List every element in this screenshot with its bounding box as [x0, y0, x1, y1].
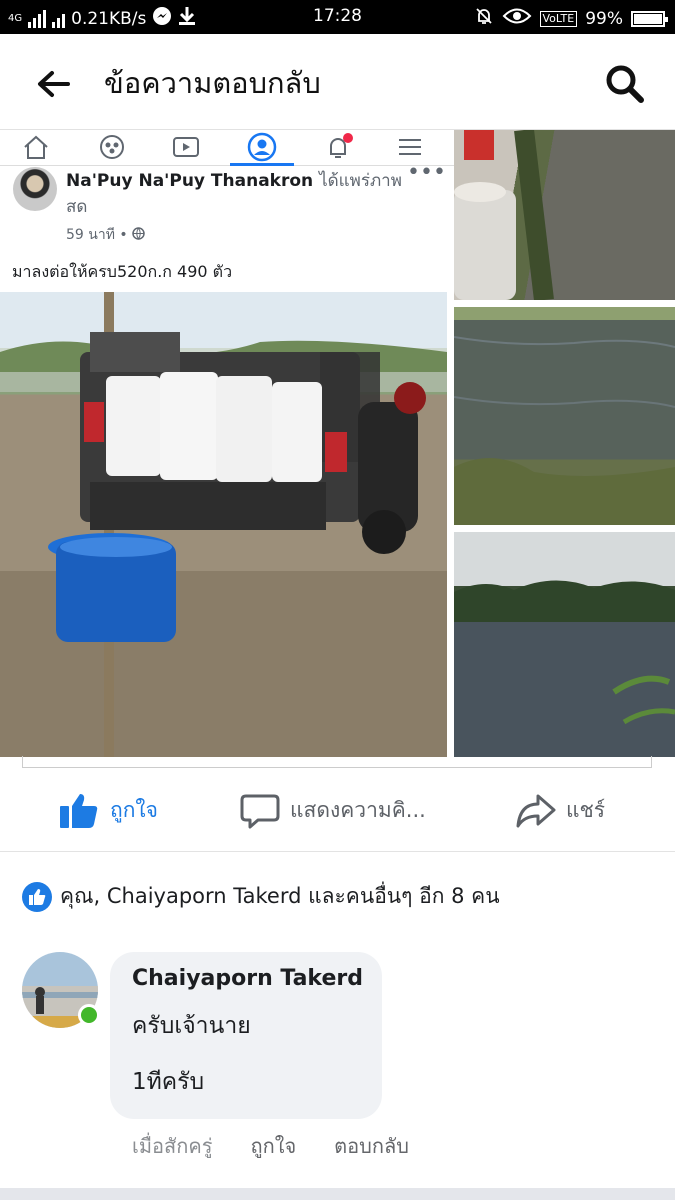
- post-author-name: Na'Puy Na'Puy Thanakron: [66, 171, 314, 191]
- photo-fish-bucket[interactable]: [454, 130, 675, 300]
- comment-reply-button[interactable]: ตอบกลับ: [334, 1130, 409, 1162]
- comment-bubble[interactable]: Chaiyaporn Takerd ครับเจ้านาย 1ทีครับ: [110, 952, 382, 1119]
- watch-icon: [166, 130, 206, 164]
- share-button[interactable]: แชร์: [516, 790, 605, 830]
- photo-pond[interactable]: [454, 307, 675, 525]
- photo-pond-wide[interactable]: [454, 532, 675, 757]
- like-button[interactable]: ถูกใจ: [58, 790, 158, 830]
- post-actions: ถูกใจ แสดงความคิ... แชร์: [0, 770, 675, 852]
- comment-time: เมื่อสักครู่: [132, 1134, 213, 1158]
- comment-text-line2: 1ทีครับ: [132, 1069, 205, 1095]
- post-timestamp: 59 นาที •: [66, 224, 145, 246]
- eye-icon: [502, 7, 532, 30]
- battery-icon: [631, 10, 668, 27]
- notifications-icon: [318, 130, 358, 164]
- menu-icon: [390, 130, 430, 164]
- comment-label: แสดงความคิ...: [290, 797, 426, 822]
- online-status-dot: [78, 1004, 100, 1026]
- comment-text-line1: ครับเจ้านาย: [132, 1013, 251, 1039]
- page-title: ข้อความตอบกลับ: [104, 66, 321, 100]
- like-label: ถูกใจ: [110, 797, 158, 822]
- post-time: 59 นาที: [66, 227, 115, 243]
- home-icon: [16, 130, 56, 164]
- screenshot-border: [22, 756, 652, 768]
- active-tab-indicator: [230, 163, 294, 166]
- post-author-avatar: [13, 167, 57, 211]
- comment-meta: เมื่อสักครู่ ถูกใจ ตอบกลับ: [132, 1130, 409, 1162]
- comment-button[interactable]: แสดงความคิ...: [240, 790, 426, 830]
- comment-author[interactable]: Chaiyaporn Takerd: [132, 966, 363, 991]
- reactions-text: คุณ, Chaiyaporn Takerd และคนอื่นๆ อีก 8 …: [60, 884, 500, 908]
- battery-percent: 99%: [585, 8, 623, 29]
- post-menu-icon: •••: [407, 160, 446, 185]
- post-author-line: Na'Puy Na'Puy Thanakron ได้แพร่ภาพสด: [66, 168, 416, 220]
- status-bar: 4G 0.21KB/s 17:28 VoLTE 99%: [0, 0, 675, 34]
- post-text: มาลงต่อให้ครบ520ก.ก 490 ตัว: [12, 262, 233, 281]
- bottom-divider: [0, 1188, 675, 1200]
- comment-like-button[interactable]: ถูกใจ: [250, 1130, 296, 1162]
- volte-badge: VoLTE: [539, 10, 578, 27]
- globe-icon: •: [119, 227, 145, 243]
- mute-icon: [474, 6, 494, 31]
- app-header: ข้อความตอบกลับ: [0, 34, 675, 130]
- reactions-summary[interactable]: คุณ, Chaiyaporn Takerd และคนอื่นๆ อีก 8 …: [22, 880, 500, 913]
- profile-icon: [242, 130, 282, 164]
- facebook-nav-bar: [0, 130, 455, 166]
- search-icon[interactable]: [603, 62, 647, 106]
- like-reaction-icon: [22, 881, 52, 912]
- share-label: แชร์: [566, 797, 606, 822]
- arrow-left-icon[interactable]: [34, 64, 74, 104]
- friends-icon: [92, 130, 132, 164]
- photo-truck[interactable]: [0, 292, 447, 757]
